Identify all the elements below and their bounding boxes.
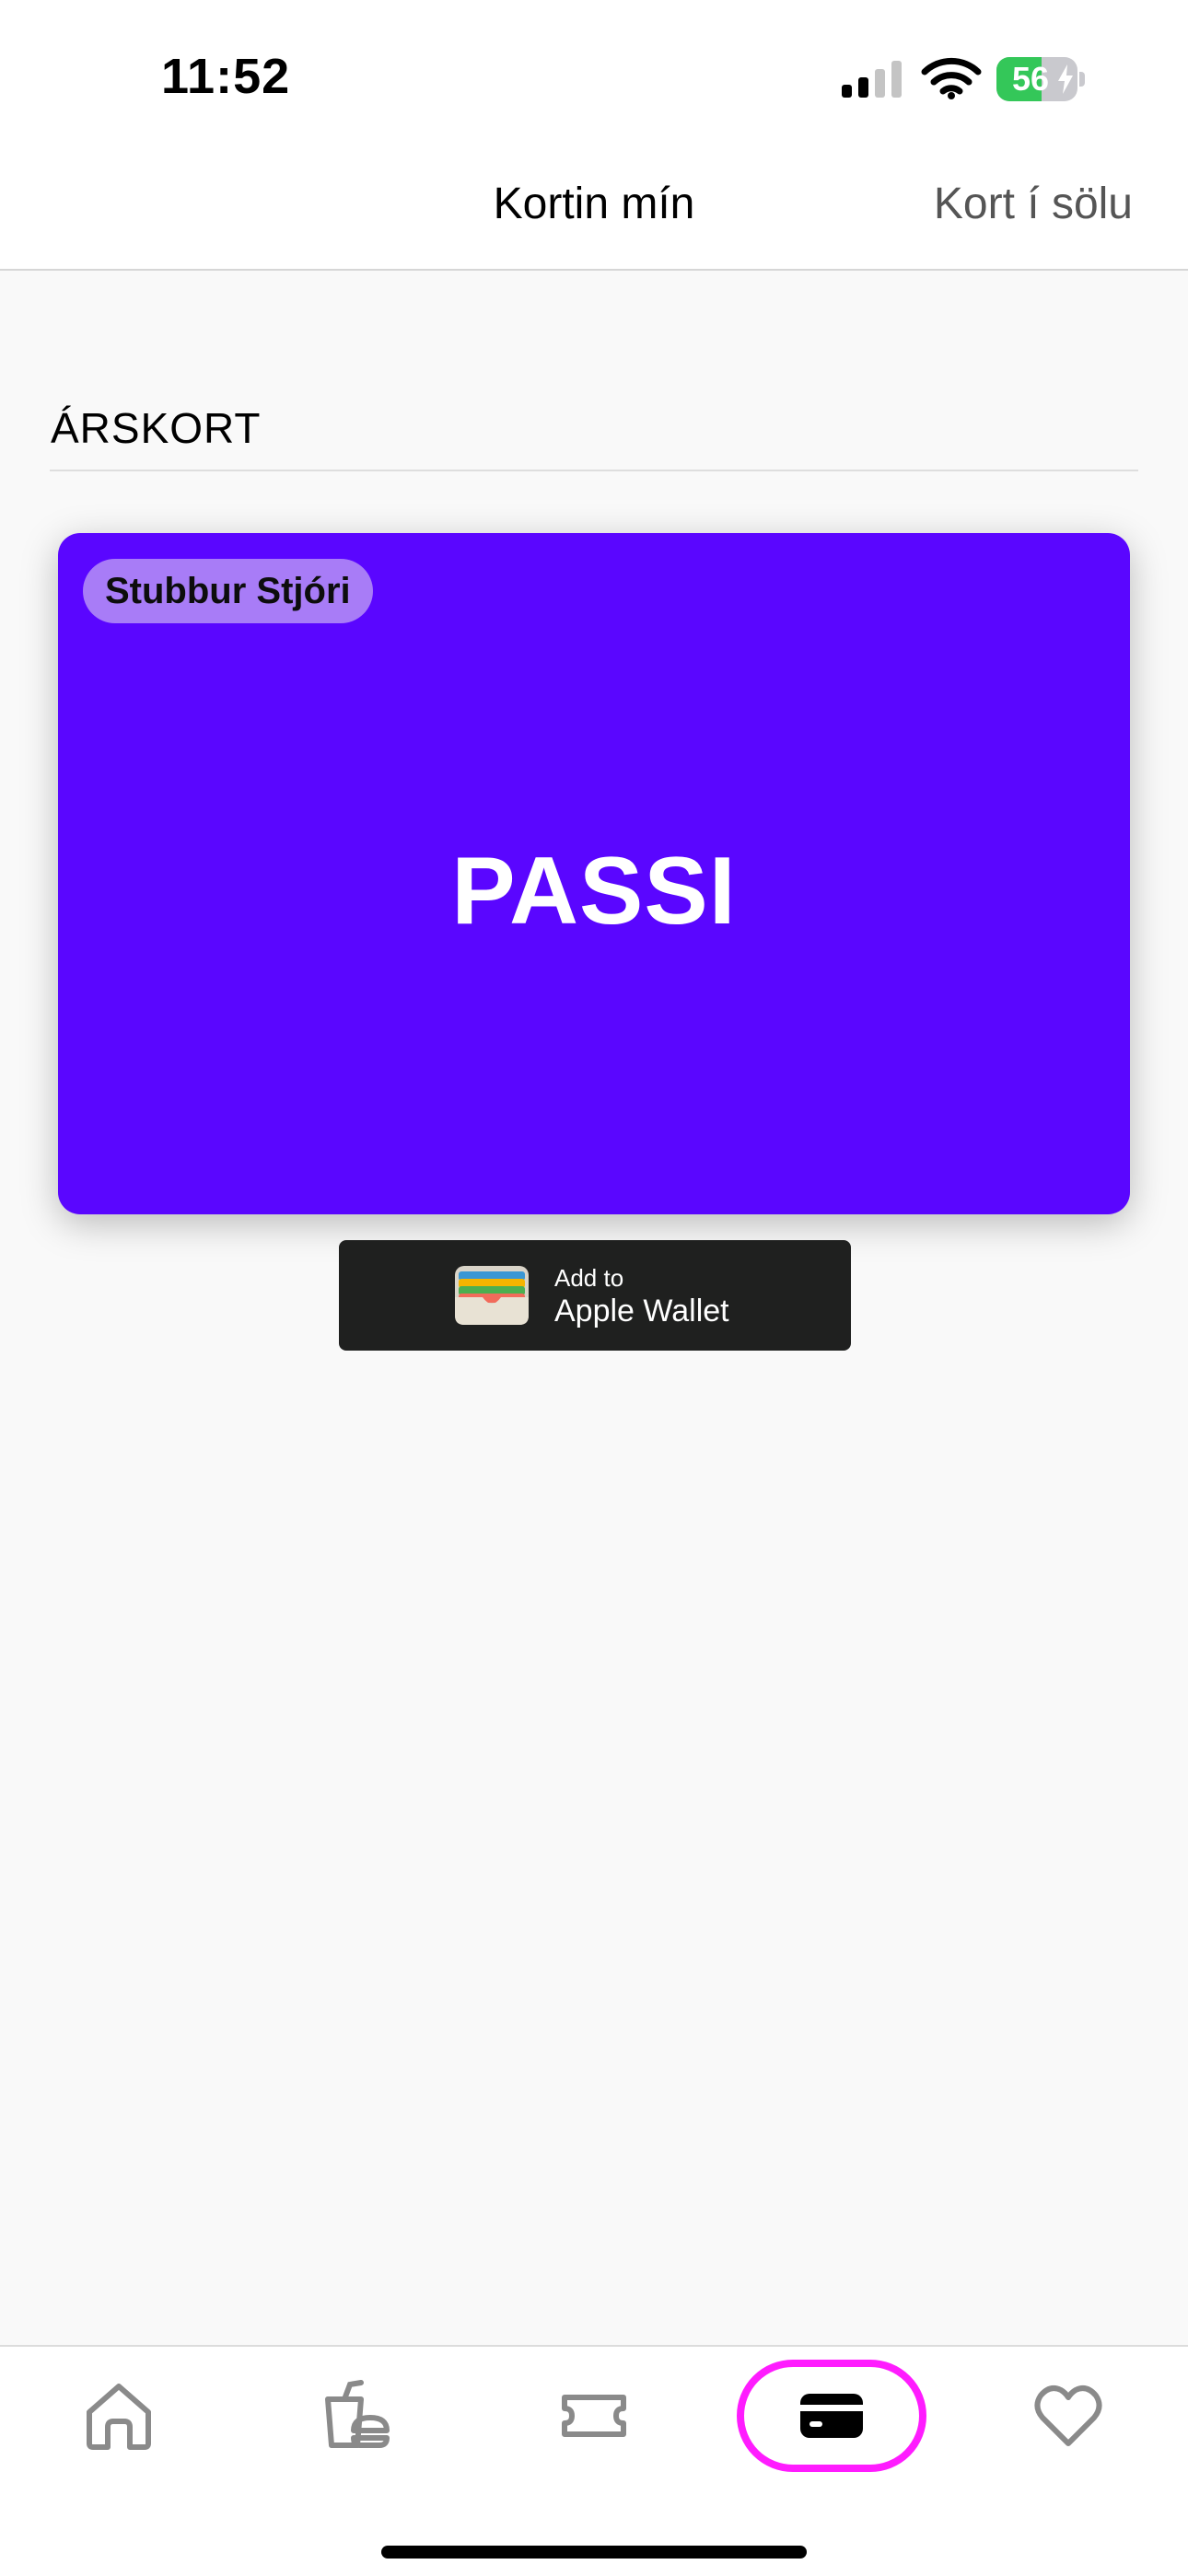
tab-bar xyxy=(0,2345,1188,2576)
section-title: ÁRSKORT xyxy=(51,404,262,452)
battery-body: 56 xyxy=(996,57,1077,101)
nav-header: Kortin mín Kort í sölu xyxy=(0,157,1188,271)
status-time: 11:52 xyxy=(161,49,291,104)
home-indicator xyxy=(381,2546,807,2559)
wallet-button-line2: Apple Wallet xyxy=(554,1294,729,1329)
battery-charging-icon xyxy=(1058,64,1073,94)
tab-home[interactable] xyxy=(68,2365,169,2466)
tab-food[interactable] xyxy=(305,2365,406,2466)
pass-card[interactable]: Stubbur Stjóri PASSI xyxy=(58,533,1130,1214)
add-to-apple-wallet-button[interactable]: Add to Apple Wallet xyxy=(339,1240,851,1351)
tab-cards[interactable] xyxy=(781,2365,882,2466)
card-icon xyxy=(800,2394,863,2438)
cards-for-sale-link[interactable]: Kort í sölu xyxy=(934,179,1133,229)
battery-level: 56 xyxy=(1011,60,1050,98)
home-icon xyxy=(87,2384,151,2450)
battery-cap xyxy=(1079,72,1085,87)
signal-icon xyxy=(842,61,902,98)
tab-favorites[interactable] xyxy=(1018,2365,1119,2466)
pass-name: PASSI xyxy=(451,838,737,945)
wifi-icon xyxy=(921,57,982,99)
section-divider xyxy=(50,470,1138,471)
wallet-icon xyxy=(455,1266,529,1325)
battery-indicator: 56 xyxy=(996,57,1085,101)
heart-icon xyxy=(1034,2385,1102,2446)
tab-tickets[interactable] xyxy=(543,2365,645,2466)
card-holder-badge: Stubbur Stjóri xyxy=(83,559,373,623)
status-bar: 11:52 56 xyxy=(0,0,1188,157)
wallet-button-line1: Add to xyxy=(554,1264,624,1292)
ticket-icon xyxy=(562,2395,626,2437)
drink-food-icon xyxy=(325,2380,390,2448)
